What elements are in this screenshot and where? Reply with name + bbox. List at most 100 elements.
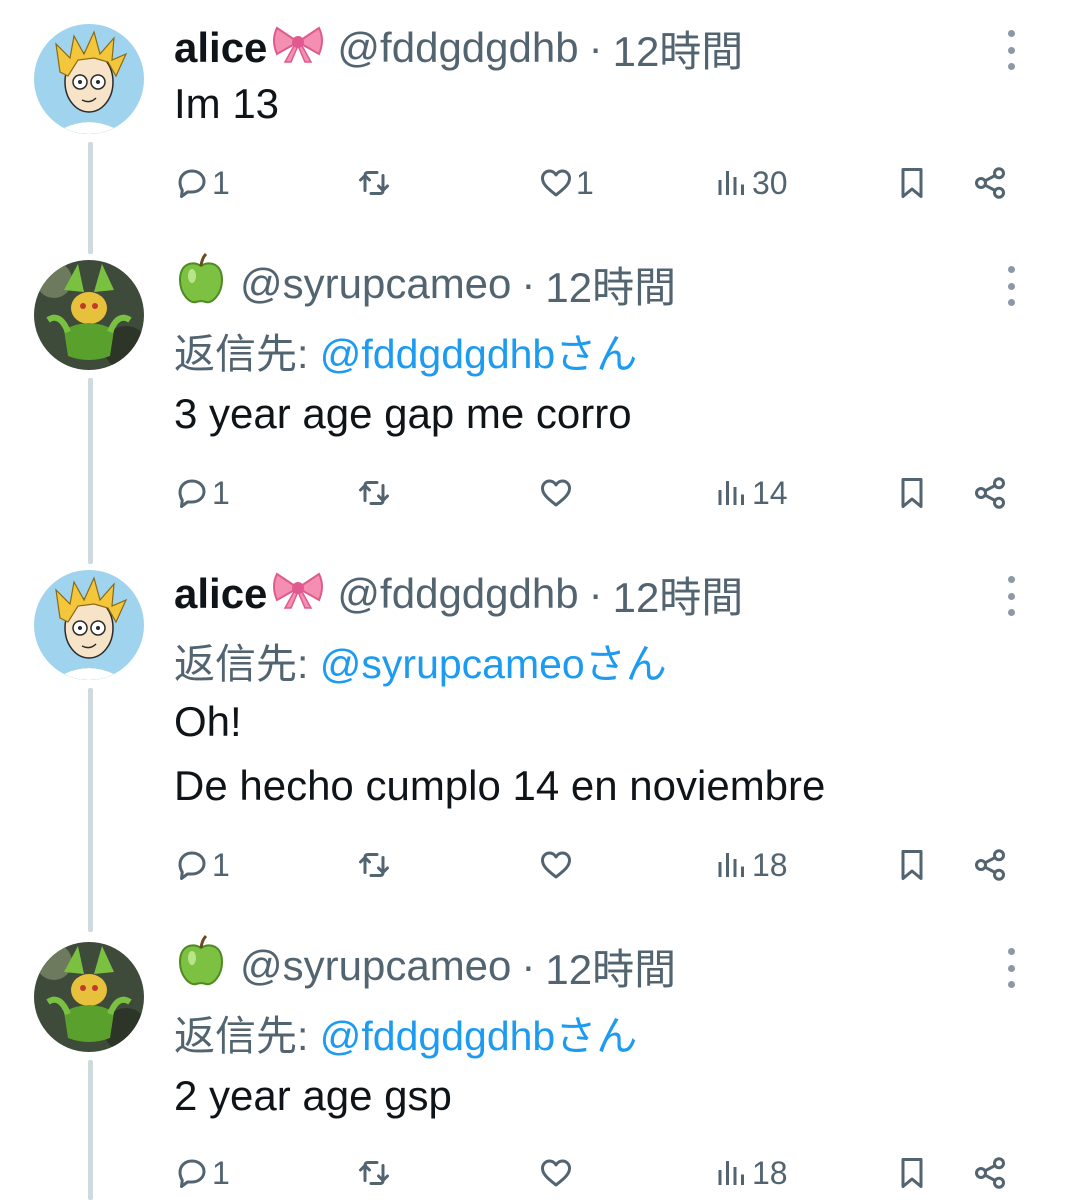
- views-button[interactable]: 30: [714, 158, 788, 208]
- tweet[interactable]: @syrupcameo · 12時間 返信先: @fddgdgdhbさん 3 y…: [0, 252, 1066, 544]
- avatar[interactable]: [34, 260, 144, 370]
- tweet-text-line: Oh!: [174, 698, 242, 745]
- more-options-icon[interactable]: [1000, 30, 1022, 70]
- reply-button[interactable]: 1: [174, 1148, 230, 1198]
- reply-prefix: 返信先:: [174, 1013, 320, 1059]
- view-count: 30: [752, 164, 788, 201]
- action-bar: 1 18: [0, 840, 1066, 890]
- share-button[interactable]: [972, 158, 1008, 208]
- display-name[interactable]: alice: [174, 24, 267, 72]
- analytics-icon: [718, 1161, 744, 1185]
- tweet-text: Oh! De hecho cumplo 14 en noviembre: [174, 690, 825, 818]
- separator-dot: ·: [588, 24, 603, 71]
- reply-suffix: さん: [584, 641, 667, 687]
- bookmark-icon: [901, 1158, 923, 1188]
- tweet[interactable]: alice @fddgdgdhb · 12時間 返信先: @syrupcameo…: [0, 564, 1066, 916]
- like-count: 1: [576, 164, 594, 201]
- reply-context: 返信先: @fddgdgdhbさん: [174, 1002, 637, 1062]
- reply-button[interactable]: 1: [174, 840, 230, 890]
- reply-to-handle-link[interactable]: @syrupcameo: [320, 641, 585, 687]
- share-icon: [975, 849, 1005, 881]
- avatar[interactable]: [34, 942, 144, 1052]
- handle[interactable]: @fddgdgdhb: [337, 24, 578, 72]
- share-icon: [975, 1157, 1005, 1189]
- avatar[interactable]: [34, 24, 144, 134]
- share-button[interactable]: [972, 840, 1008, 890]
- tweet-text-line: Im 13: [174, 80, 280, 127]
- timestamp[interactable]: 12時間: [613, 18, 744, 79]
- action-bar: 1 1 30: [0, 158, 1066, 208]
- tweet-header: @syrupcameo · 12時間: [174, 934, 676, 998]
- reply-context: 返信先: @syrupcameoさん: [174, 630, 667, 690]
- timestamp[interactable]: 12時間: [545, 254, 676, 315]
- views-button[interactable]: 18: [714, 1148, 788, 1198]
- more-options-icon[interactable]: [1000, 576, 1022, 616]
- retweet-button[interactable]: [356, 1148, 394, 1198]
- reply-prefix: 返信先:: [174, 331, 320, 377]
- reply-count: 1: [212, 164, 230, 201]
- leavanny-avatar-icon: [34, 942, 144, 1052]
- retweet-icon: [359, 853, 389, 877]
- action-bar: 1 18: [0, 1148, 1066, 1198]
- reply-icon: [178, 479, 206, 508]
- view-count: 14: [752, 474, 788, 511]
- view-count: 18: [752, 1154, 788, 1191]
- views-button[interactable]: 18: [714, 840, 788, 890]
- bookmark-icon: [901, 168, 923, 198]
- display-name[interactable]: alice: [174, 570, 267, 618]
- green-apple-emoji-icon: [174, 934, 228, 998]
- handle[interactable]: @fddgdgdhb: [337, 570, 578, 618]
- handle[interactable]: @syrupcameo: [240, 942, 511, 990]
- retweet-button[interactable]: [356, 468, 394, 518]
- ribbon-emoji-icon: [271, 568, 325, 620]
- tweet-text-line: 3 year age gap me corro: [174, 390, 632, 437]
- tweet-text-line: De hecho cumplo 14 en noviembre: [174, 762, 826, 809]
- retweet-button[interactable]: [356, 840, 394, 890]
- reply-button[interactable]: 1: [174, 468, 230, 518]
- like-button[interactable]: 1: [538, 158, 594, 208]
- bookmark-button[interactable]: [894, 468, 930, 518]
- like-button[interactable]: [538, 468, 576, 518]
- reply-context: 返信先: @fddgdgdhbさん: [174, 320, 637, 380]
- analytics-icon: [718, 171, 744, 195]
- blonde-boy-avatar-icon: [34, 24, 144, 134]
- leavanny-avatar-icon: [34, 260, 144, 370]
- bookmark-icon: [901, 850, 923, 880]
- bookmark-button[interactable]: [894, 158, 930, 208]
- share-icon: [975, 167, 1005, 199]
- handle[interactable]: @syrupcameo: [240, 260, 511, 308]
- heart-icon: [541, 1159, 571, 1187]
- bookmark-button[interactable]: [894, 840, 930, 890]
- share-button[interactable]: [972, 468, 1008, 518]
- reply-to-handle-link[interactable]: @fddgdgdhb: [320, 1013, 555, 1059]
- analytics-icon: [718, 481, 744, 505]
- views-button[interactable]: 14: [714, 468, 788, 518]
- green-apple-emoji-icon: [174, 252, 228, 316]
- reply-count: 1: [212, 846, 230, 883]
- tweet[interactable]: @syrupcameo · 12時間 返信先: @fddgdgdhbさん 2 y…: [0, 934, 1066, 1200]
- tweet-text: Im 13: [174, 72, 279, 136]
- heart-icon: [541, 169, 571, 197]
- more-options-icon[interactable]: [1000, 948, 1022, 988]
- reply-to-handle-link[interactable]: @fddgdgdhb: [320, 331, 555, 377]
- share-button[interactable]: [972, 1148, 1008, 1198]
- tweet-text: 2 year age gsp: [174, 1064, 452, 1128]
- tweet[interactable]: alice @fddgdgdhb · 12時間 Im 13 1 1 30: [0, 18, 1066, 228]
- reply-button[interactable]: 1: [174, 158, 230, 208]
- ribbon-emoji-icon: [271, 22, 325, 74]
- heart-icon: [541, 479, 571, 507]
- like-button[interactable]: [538, 1148, 576, 1198]
- heart-icon: [541, 851, 571, 879]
- retweet-button[interactable]: [356, 158, 394, 208]
- reply-suffix: さん: [555, 331, 638, 377]
- action-bar: 1 14: [0, 468, 1066, 518]
- avatar[interactable]: [34, 570, 144, 680]
- blonde-boy-avatar-icon: [34, 570, 144, 680]
- like-button[interactable]: [538, 840, 576, 890]
- retweet-icon: [359, 171, 389, 195]
- timestamp[interactable]: 12時間: [613, 564, 744, 625]
- timestamp[interactable]: 12時間: [545, 936, 676, 997]
- more-options-icon[interactable]: [1000, 266, 1022, 306]
- bookmark-button[interactable]: [894, 1148, 930, 1198]
- share-icon: [975, 477, 1005, 509]
